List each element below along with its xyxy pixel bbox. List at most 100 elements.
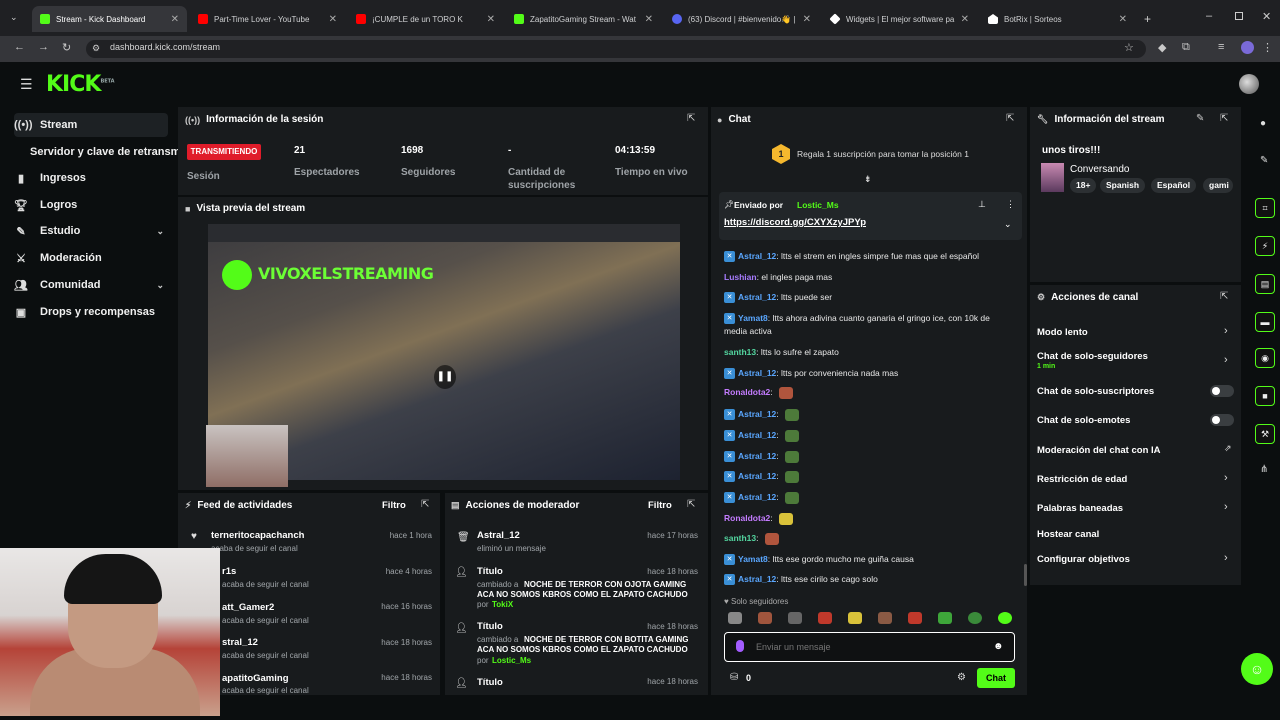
popout-icon[interactable]: ⇱: [421, 499, 429, 510]
action-subs-only[interactable]: Chat de solo-suscriptores: [1037, 386, 1154, 397]
chat-username[interactable]: Ronaldota2: [724, 513, 770, 523]
activity-filter-button[interactable]: Filtro: [382, 500, 406, 511]
back-icon[interactable]: ←: [14, 41, 25, 53]
close-tab-icon[interactable]: ✕: [803, 14, 811, 25]
chat-username[interactable]: Astral_12: [738, 430, 776, 440]
chat-username[interactable]: Astral_12: [738, 574, 776, 584]
scrollbar[interactable]: [1024, 564, 1027, 586]
browser-tab-widgets[interactable]: Widgets | El mejor software pa ✕: [822, 6, 977, 32]
chat-username[interactable]: Astral_12: [738, 292, 776, 302]
chat-username[interactable]: santh13: [724, 533, 756, 543]
lightning-icon[interactable]: ⚡︎: [1255, 236, 1275, 256]
expand-pinned-icon[interactable]: ⌄: [1004, 219, 1012, 230]
chat-username[interactable]: santh13: [724, 347, 756, 357]
gift-sub-promo[interactable]: Regala 1 suscripción para tomar la posic…: [797, 149, 969, 159]
browser-tab-botrix[interactable]: BotRix | Sorteos ✕: [980, 6, 1135, 32]
chevron-right-icon[interactable]: ›: [1224, 501, 1228, 513]
maximize-icon[interactable]: [1235, 12, 1243, 20]
share-icon[interactable]: ⋔: [1260, 464, 1268, 475]
document-icon[interactable]: ▤: [1255, 274, 1275, 294]
emoji-icon[interactable]: ☻: [993, 641, 1004, 652]
media-control-icon[interactable]: ≡: [1218, 41, 1224, 53]
emote-icon[interactable]: [968, 612, 982, 624]
collapse-icon[interactable]: ⇟: [864, 174, 872, 185]
emote-icon[interactable]: [848, 612, 862, 624]
action-ai-moderation[interactable]: Moderación del chat con IA: [1037, 445, 1161, 456]
close-tab-icon[interactable]: ✕: [645, 14, 653, 25]
popout-icon[interactable]: ⇱: [1220, 291, 1228, 302]
activity-user[interactable]: apatitoGaming: [222, 673, 289, 684]
info-icon[interactable]: ●: [1260, 118, 1266, 129]
chat-username[interactable]: Astral_12: [738, 471, 776, 481]
close-tab-icon[interactable]: ✕: [961, 14, 969, 25]
wrench-icon[interactable]: ⚒: [1255, 424, 1275, 444]
close-window-icon[interactable]: ✕: [1262, 10, 1271, 23]
action-emotes-only[interactable]: Chat de solo-emotes: [1037, 415, 1130, 426]
category-name[interactable]: Conversando: [1070, 164, 1129, 175]
user-avatar[interactable]: [1239, 74, 1259, 94]
sidebar-item-estudio[interactable]: ✎ Estudio ⌄: [14, 219, 168, 243]
microphone-icon[interactable]: [736, 640, 744, 652]
sidebar-item-stream[interactable]: ((•)) Stream: [14, 113, 168, 137]
browser-tab-discord[interactable]: (63) Discord | #bienvenido👋 | ✕: [664, 6, 819, 32]
browser-tab-youtube[interactable]: Part-Time Lover - YouTube ✕: [190, 6, 345, 32]
pinned-more-icon[interactable]: ⋮: [1006, 199, 1015, 210]
subs-only-toggle[interactable]: [1210, 385, 1234, 397]
edit-icon[interactable]: ✎: [1260, 155, 1268, 166]
chat-username[interactable]: Ronaldota2: [724, 387, 770, 397]
minimize-icon[interactable]: –: [1206, 10, 1212, 22]
close-tab-icon[interactable]: ✕: [171, 14, 179, 25]
forward-icon[interactable]: →: [38, 41, 49, 53]
address-bar[interactable]: [86, 40, 1146, 58]
kick-logo[interactable]: KICKBETA: [46, 72, 115, 97]
profile-avatar[interactable]: [1241, 41, 1254, 54]
pinned-link[interactable]: https://discord.gg/CXYXzyJPYp: [724, 217, 866, 228]
site-settings-icon[interactable]: ⚙: [92, 43, 100, 54]
points-icon[interactable]: ⛁: [730, 672, 738, 683]
chevron-right-icon[interactable]: ›: [1224, 325, 1228, 337]
chat-username[interactable]: Yamat8: [738, 313, 768, 323]
hamburger-menu-icon[interactable]: ☰: [20, 76, 33, 93]
chevron-right-icon[interactable]: ›: [1224, 472, 1228, 484]
tab-search-button[interactable]: ⌄: [10, 12, 18, 23]
chat-username[interactable]: Astral_12: [738, 368, 776, 378]
browser-tab-kick-dashboard[interactable]: Stream - Kick Dashboard ✕: [32, 6, 187, 32]
sidebar-item-ingresos[interactable]: ▮ Ingresos: [14, 166, 168, 190]
emote-icon[interactable]: [818, 612, 832, 624]
popout-icon[interactable]: ⇱: [1006, 113, 1014, 124]
sidebar-item-logros[interactable]: 🏆︎ Logros: [14, 193, 168, 217]
emote-icon[interactable]: [728, 612, 742, 624]
action-host-channel[interactable]: Hostear canal: [1037, 529, 1099, 540]
emote-icon[interactable]: [878, 612, 892, 624]
activity-user[interactable]: terneritocapachanch: [211, 530, 304, 541]
bookmark-star-icon[interactable]: ☆: [1124, 41, 1134, 54]
browser-tab-cumple[interactable]: ¡CUMPLE de un TORO K ✕: [348, 6, 503, 32]
sidebar-item-moderacion[interactable]: ⚔ Moderación: [14, 246, 168, 270]
pinned-user[interactable]: Lostic_Ms: [797, 200, 839, 210]
chat-username[interactable]: Yamat8: [738, 554, 768, 564]
browser-tab-zapatito[interactable]: ZapatitoGaming Stream - Wat ✕: [506, 6, 661, 32]
chat-bubble-icon[interactable]: ▬: [1255, 312, 1275, 332]
camera-icon[interactable]: ■: [1255, 386, 1275, 406]
activity-user[interactable]: att_Gamer2: [222, 602, 274, 613]
mod-action-actor[interactable]: Lostic_Ms: [492, 656, 531, 665]
sidebar-item-comunidad[interactable]: 👥︎ Comunidad ⌄: [14, 273, 168, 297]
emote-icon[interactable]: [788, 612, 802, 624]
reload-icon[interactable]: ↻: [62, 41, 71, 54]
close-tab-icon[interactable]: ✕: [329, 14, 337, 25]
emote-icon[interactable]: [908, 612, 922, 624]
chat-input[interactable]: [756, 638, 986, 656]
action-slow-mode[interactable]: Modo lento: [1037, 327, 1088, 338]
chat-username[interactable]: Astral_12: [738, 492, 776, 502]
action-followers-only[interactable]: Chat de solo-seguidores: [1037, 351, 1148, 362]
chat-username[interactable]: Lushian: [724, 272, 757, 282]
action-configure-goals[interactable]: Configurar objetivos: [1037, 554, 1130, 565]
chat-username[interactable]: Astral_12: [738, 451, 776, 461]
new-tab-icon[interactable]: +: [1144, 12, 1151, 26]
chat-send-button[interactable]: Chat: [977, 668, 1015, 688]
emotes-only-toggle[interactable]: [1210, 414, 1234, 426]
activity-user[interactable]: r1s: [222, 566, 236, 577]
activity-user[interactable]: stral_12: [222, 637, 258, 648]
pause-icon[interactable]: ❚❚: [434, 365, 456, 389]
chat-username[interactable]: Astral_12: [738, 409, 776, 419]
